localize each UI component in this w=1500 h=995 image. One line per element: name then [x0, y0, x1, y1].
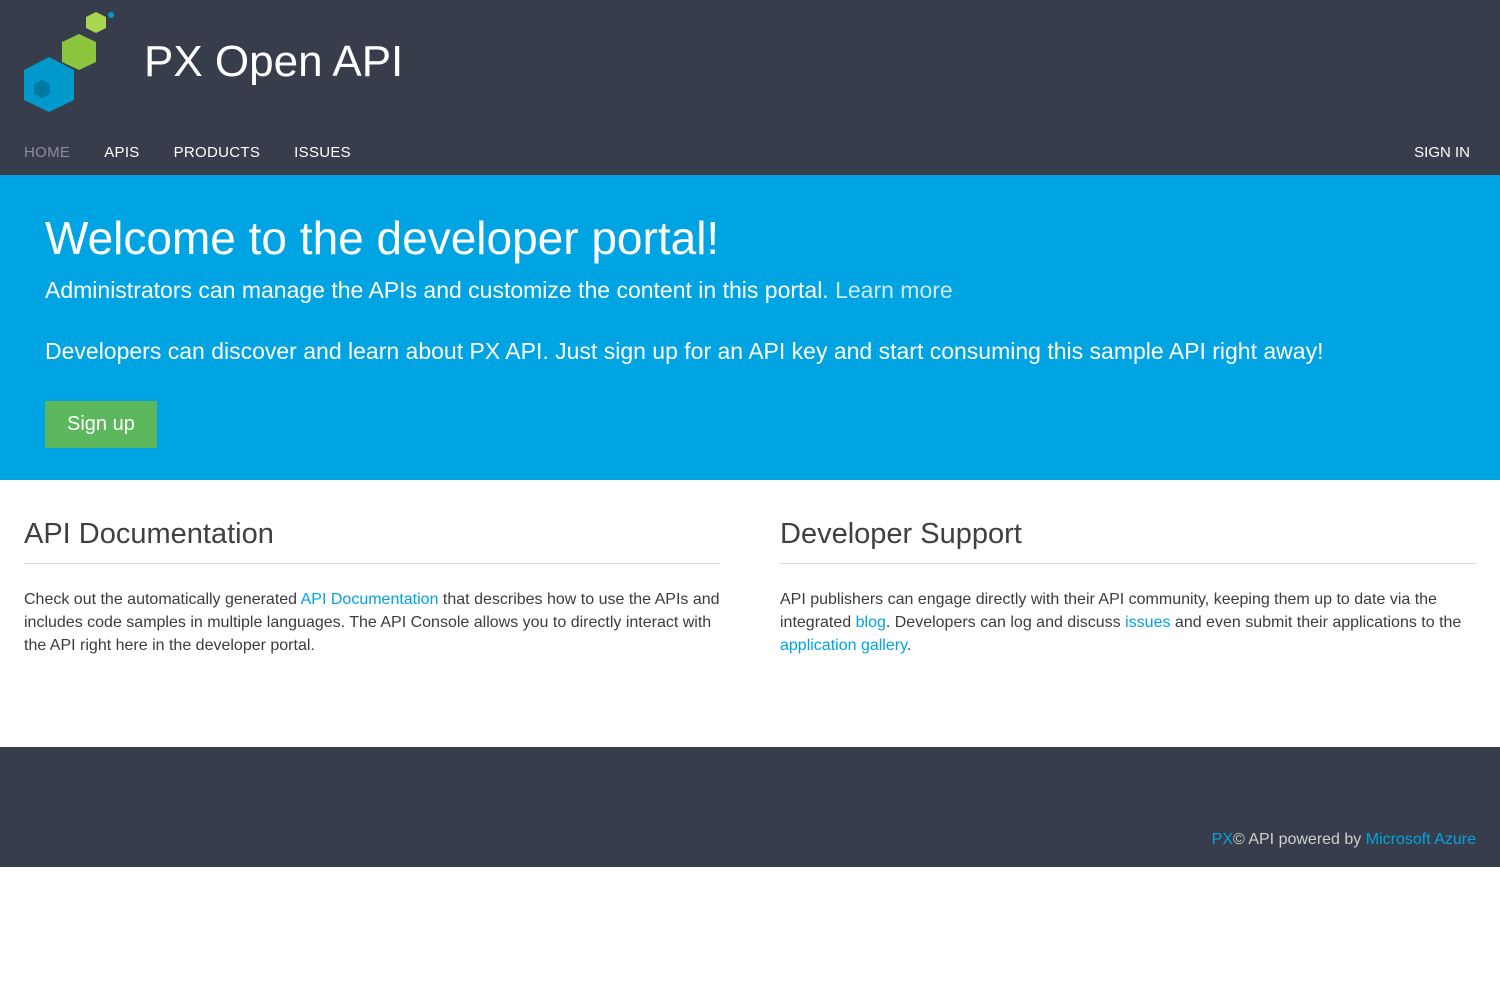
footer-px-link[interactable]: PX: [1212, 831, 1233, 848]
header: PX Open API HOME APIS PRODUCTS ISSUES SI…: [0, 0, 1500, 175]
hero-subtitle-admin: Administrators can manage the APIs and c…: [45, 277, 1455, 304]
footer-azure-link[interactable]: Microsoft Azure: [1366, 831, 1476, 848]
footer: PX© API powered by Microsoft Azure: [0, 747, 1500, 867]
application-gallery-link[interactable]: application gallery: [780, 637, 907, 654]
issues-link[interactable]: issues: [1125, 614, 1170, 631]
nav-apis[interactable]: APIS: [104, 144, 139, 161]
brand-title: PX Open API: [144, 37, 403, 87]
hero-subtitle-dev: Developers can discover and learn about …: [45, 334, 1455, 369]
right-text3: and even submit their applications to th…: [1170, 614, 1461, 631]
hero-title: Welcome to the developer portal!: [45, 211, 1455, 265]
content-columns: API Documentation Check out the automati…: [0, 480, 1500, 748]
col-developer-support: Developer Support API publishers can eng…: [780, 518, 1476, 658]
nav-issues[interactable]: ISSUES: [294, 144, 351, 161]
nav-signin[interactable]: SIGN IN: [1414, 144, 1470, 161]
footer-mid: © API powered by: [1233, 831, 1366, 848]
blog-link[interactable]: blog: [856, 614, 886, 631]
api-documentation-link[interactable]: API Documentation: [301, 591, 439, 608]
right-text2: . Developers can log and discuss: [886, 614, 1125, 631]
learn-more-link[interactable]: Learn more: [835, 277, 953, 303]
navbar: HOME APIS PRODUCTS ISSUES SIGN IN: [24, 130, 1476, 175]
col-title-right: Developer Support: [780, 518, 1476, 564]
footer-credit: PX© API powered by Microsoft Azure: [1212, 831, 1476, 849]
hero-sub1-text: Administrators can manage the APIs and c…: [45, 277, 835, 303]
right-text4: .: [907, 637, 911, 654]
signup-button[interactable]: Sign up: [45, 401, 157, 448]
nav-left: HOME APIS PRODUCTS ISSUES: [24, 144, 351, 161]
col-title-left: API Documentation: [24, 518, 720, 564]
nav-products[interactable]: PRODUCTS: [174, 144, 261, 161]
col-body-left: Check out the automatically generated AP…: [24, 588, 720, 658]
hero: Welcome to the developer portal! Adminis…: [0, 175, 1500, 480]
brand: PX Open API: [24, 12, 1476, 130]
nav-home[interactable]: HOME: [24, 144, 70, 161]
left-text1: Check out the automatically generated: [24, 591, 301, 608]
logo-icon: [24, 12, 114, 112]
col-body-right: API publishers can engage directly with …: [780, 588, 1476, 658]
col-api-documentation: API Documentation Check out the automati…: [24, 518, 720, 658]
